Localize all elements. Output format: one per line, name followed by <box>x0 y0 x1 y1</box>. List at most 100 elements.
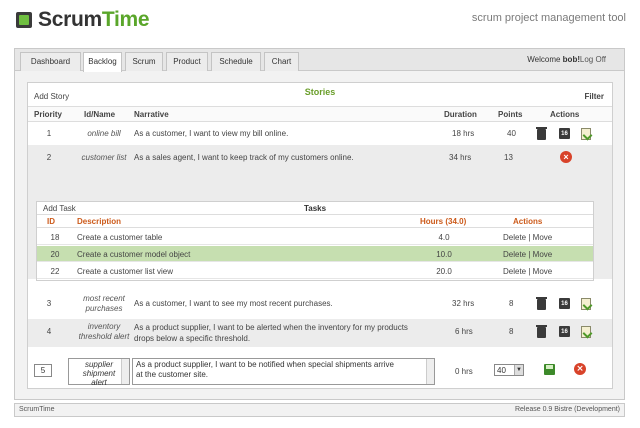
story-id: inventory threshold alert <box>78 322 130 341</box>
tasks-title: Tasks <box>303 204 327 213</box>
story-priority: 2 <box>46 153 52 162</box>
task-hours: 10.0 <box>436 250 452 259</box>
tab-product[interactable]: Product <box>166 52 208 71</box>
story-narrative: As a customer, I want to view my bill on… <box>134 129 289 138</box>
task-hours: 20.0 <box>436 267 452 276</box>
trash-icon[interactable] <box>536 297 547 310</box>
story-id: online bill <box>87 129 121 138</box>
task-id: 18 <box>50 233 60 242</box>
chevron-down-icon: ▼ <box>514 365 523 375</box>
trash-icon[interactable] <box>536 127 547 140</box>
welcome-text: Welcome bob! <box>527 55 580 64</box>
story-points: 8 <box>509 327 514 336</box>
filter-link[interactable]: Filter <box>584 92 604 101</box>
task-col-actions: Actions <box>513 217 543 226</box>
story-priority: 4 <box>46 327 52 336</box>
calendar-icon[interactable]: 16 <box>559 326 570 337</box>
col-id-name: Id/Name <box>84 110 116 119</box>
tab-chart[interactable]: Chart <box>264 52 299 71</box>
task-actions: Delete | Move <box>503 233 553 242</box>
cancel-icon[interactable]: × <box>574 363 586 375</box>
task-hours: 4.0 <box>438 233 450 242</box>
tab-dashboard[interactable]: Dashboard <box>20 52 81 71</box>
story-priority: 3 <box>46 299 52 308</box>
edit-icon[interactable] <box>581 128 591 140</box>
story-row[interactable]: inventory threshold alert 4 As a product … <box>28 319 612 347</box>
story-row[interactable]: most recent purchases 3 As a customer, I … <box>28 291 612 319</box>
task-id: 20 <box>50 250 60 259</box>
id-name-textarea[interactable]: supplier shipment alert <box>68 358 130 387</box>
story-duration: 32 hrs <box>452 299 475 308</box>
textarea-scrollbar[interactable] <box>121 359 129 384</box>
task-move-link[interactable]: Move <box>533 233 553 242</box>
task-actions: Delete | Move <box>503 267 553 276</box>
username: bob! <box>562 55 580 64</box>
points-select[interactable]: 40 ▼ <box>494 364 524 376</box>
priority-input[interactable]: 5 <box>34 364 52 377</box>
task-move-link[interactable]: Move <box>533 267 553 276</box>
stories-header-row: Priority Id/Name Narrative Duration Poin… <box>28 106 612 122</box>
header: ScrumTime scrum project management tool <box>0 0 640 42</box>
new-story-form: 5 supplier shipment alert As a product s… <box>28 355 612 387</box>
task-move-link[interactable]: Move <box>533 250 553 259</box>
task-delete-link[interactable]: Delete <box>503 233 526 242</box>
task-row-selected[interactable]: 20 Create a customer model object 10.0 D… <box>37 246 593 262</box>
task-delete-link[interactable]: Delete <box>503 267 526 276</box>
tab-bar: Dashboard Backlog Scrum Product Schedule… <box>15 49 624 72</box>
story-narrative: As a sales agent, I want to keep track o… <box>134 153 354 162</box>
footer-app-name: ScrumTime <box>19 406 55 413</box>
story-duration: 34 hrs <box>449 153 472 162</box>
backlog-panel: Add Story Stories Filter Priority Id/Nam… <box>27 82 613 389</box>
col-narrative: Narrative <box>134 110 169 119</box>
edit-icon[interactable] <box>581 298 591 310</box>
tagline: scrum project management tool <box>471 12 626 24</box>
col-points: Points <box>498 110 523 119</box>
calendar-icon[interactable]: 16 <box>559 298 570 309</box>
tasks-panel: Add Task Tasks ID Description Hours (34.… <box>36 201 594 281</box>
textarea-scrollbar[interactable] <box>426 359 434 384</box>
edit-icon[interactable] <box>581 326 591 338</box>
task-col-description: Description <box>77 217 122 226</box>
tab-schedule[interactable]: Schedule <box>211 52 261 71</box>
story-duration: 18 hrs <box>452 129 475 138</box>
task-actions: Delete | Move <box>503 250 553 259</box>
story-priority: 1 <box>46 129 52 138</box>
task-description: Create a customer table <box>77 233 163 242</box>
task-id: 22 <box>50 267 60 276</box>
col-duration: Duration <box>444 110 477 119</box>
tasks-header-row: ID Description Hours (34.0) Actions <box>37 214 593 228</box>
stories-title: Stories <box>304 87 336 97</box>
task-col-hours: Hours (34.0) <box>420 217 467 226</box>
col-priority: Priority <box>34 110 63 119</box>
logo-text: ScrumTime <box>38 8 150 31</box>
new-story-duration: 0 hrs <box>455 367 473 376</box>
col-actions: Actions <box>550 110 580 119</box>
story-points: 8 <box>509 299 514 308</box>
main-frame: Dashboard Backlog Scrum Product Schedule… <box>14 48 625 400</box>
logo: ScrumTime <box>16 8 150 31</box>
task-delete-link[interactable]: Delete <box>503 250 526 259</box>
story-narrative: As a customer, I want to see my most rec… <box>134 299 333 308</box>
task-row[interactable]: 18 Create a customer table 4.0 Delete | … <box>37 229 593 245</box>
save-icon[interactable] <box>544 364 555 375</box>
logo-icon <box>16 12 32 28</box>
trash-icon[interactable] <box>536 325 547 338</box>
story-row[interactable]: 1 online bill As a customer, I want to v… <box>28 123 612 145</box>
tab-backlog[interactable]: Backlog <box>83 52 122 72</box>
story-points: 40 <box>507 129 516 138</box>
story-id: most recent purchases <box>83 294 125 313</box>
logout-link[interactable]: Log Off <box>580 55 606 64</box>
story-duration: 6 hrs <box>455 327 473 336</box>
task-description: Create a customer list view <box>77 267 174 276</box>
task-row[interactable]: 22 Create a customer list view 20.0 Dele… <box>37 263 593 279</box>
narrative-textarea[interactable]: As a product supplier, I want to be noti… <box>132 358 435 385</box>
calendar-icon[interactable]: 16 <box>559 128 570 139</box>
story-id: customer list <box>81 153 127 162</box>
footer-release: Release 0.9 Bistre (Development) <box>514 406 620 413</box>
tab-scrum[interactable]: Scrum <box>125 52 163 71</box>
story-points: 13 <box>504 153 513 162</box>
cancel-icon[interactable]: × <box>560 151 572 163</box>
task-col-id: ID <box>47 217 55 226</box>
footer: ScrumTime Release 0.9 Bistre (Developmen… <box>14 403 625 417</box>
story-narrative: As a product supplier, I want to be aler… <box>134 323 408 343</box>
